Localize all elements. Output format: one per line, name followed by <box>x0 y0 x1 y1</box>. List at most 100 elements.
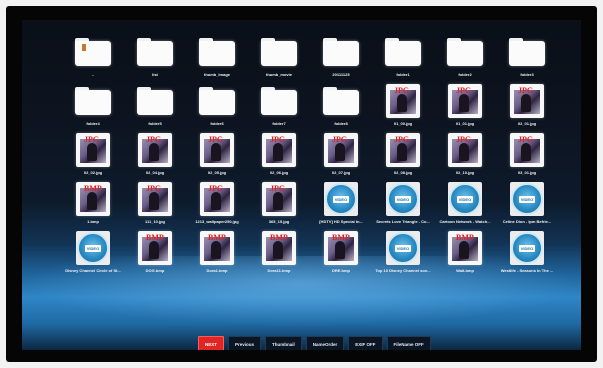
name-order-button[interactable]: NameOrder <box>305 336 345 350</box>
thumbnail: VIDEO <box>509 181 545 217</box>
thumbnail-button[interactable]: Thumbnail <box>265 336 302 350</box>
file-name-label: 02_05.jpg <box>207 170 227 175</box>
folder-item[interactable]: folder3 <box>496 34 558 83</box>
image-file-item[interactable]: JPG 03_01.jpg <box>496 132 558 181</box>
image-file-item[interactable]: BMP 1.bmp <box>62 181 124 230</box>
file-name-label: folder5 <box>148 121 162 126</box>
thumbnail: JPG <box>137 132 173 168</box>
thumbnail: JPG <box>509 83 545 119</box>
image-file-item[interactable]: BMP Dora1.bmp <box>186 230 248 279</box>
filename-toggle-button[interactable]: FileName OFF <box>386 336 431 350</box>
file-type-badge: BMP <box>456 233 474 242</box>
thumbnail <box>385 34 421 70</box>
video-file-item[interactable]: VIDEO [HDTV] HD Special In... <box>310 181 372 230</box>
file-name-label: folder4 <box>86 121 100 126</box>
file-name-label: 01_00.jpg <box>393 121 413 126</box>
file-type-badge: JPG <box>518 135 534 144</box>
image-file-item[interactable]: JPG 365_15.jpg <box>248 181 310 230</box>
bottom-toolbar: NEXT Previous Thumbnail NameOrder EXIF O… <box>198 336 431 350</box>
image-file-item[interactable]: BMP Dora11.bmp <box>248 230 310 279</box>
video-file-item[interactable]: VIDEO Top 10 Disney Channel son... <box>372 230 434 279</box>
folder-item[interactable]: .. <box>62 34 124 83</box>
file-name-label: 03_01.jpg <box>517 170 537 175</box>
image-file-item[interactable]: JPG 02_08.jpg <box>372 132 434 181</box>
image-file-item[interactable]: BMP Walt.bmp <box>434 230 496 279</box>
folder-item[interactable]: thumb_image <box>186 34 248 83</box>
folder-item[interactable]: folder8 <box>310 83 372 132</box>
file-type-badge: JPG <box>332 135 348 144</box>
folder-item[interactable]: folder4 <box>62 83 124 132</box>
folder-up-icon <box>75 38 111 66</box>
video-file-item[interactable]: VIDEO Secrets Love Triangle - Co... <box>372 181 434 230</box>
image-file-item[interactable]: JPG 02_05.jpg <box>186 132 248 181</box>
thumbnail <box>323 34 359 70</box>
folder-item[interactable]: folder2 <box>434 34 496 83</box>
file-name-label: folder8 <box>334 121 348 126</box>
folder-icon <box>323 87 359 115</box>
thumbnail: JPG <box>385 132 421 168</box>
file-type-badge: BMP <box>208 233 226 242</box>
folder-item[interactable]: 20111125 <box>310 34 372 83</box>
image-file-icon: JPG <box>510 133 544 167</box>
thumbnail: VIDEO <box>447 181 483 217</box>
next-button[interactable]: NEXT <box>198 336 225 350</box>
video-file-item[interactable]: VIDEO Cartoon Network - Watch... <box>434 181 496 230</box>
folder-item[interactable]: folder7 <box>248 83 310 132</box>
image-file-icon: BMP <box>138 231 172 265</box>
video-file-item[interactable]: VIDEO Westlife - Seasons In The ... <box>496 230 558 279</box>
thumbnail: BMP <box>75 181 111 217</box>
file-type-badge: JPG <box>518 86 534 95</box>
thumbnail <box>199 34 235 70</box>
image-file-icon: JPG <box>138 133 172 167</box>
video-file-item[interactable]: VIDEO Celine Dion - Ipm Befrie... <box>496 181 558 230</box>
file-type-badge: JPG <box>208 135 224 144</box>
image-file-item[interactable]: JPG 01_00.jpg <box>372 83 434 132</box>
image-file-item[interactable]: JPG 02_06.jpg <box>248 132 310 181</box>
thumbnail <box>137 34 173 70</box>
thumbnail: VIDEO <box>75 230 111 266</box>
file-name-label: 1213_wallpaper250.jpg <box>195 219 239 224</box>
file-name-label: DOG.bmp <box>145 268 165 273</box>
image-file-item[interactable]: JPG 02_04.jpg <box>124 132 186 181</box>
folder-item[interactable]: folder1 <box>372 34 434 83</box>
image-file-item[interactable]: JPG 02_10.jpg <box>434 132 496 181</box>
thumbnail: JPG <box>447 83 483 119</box>
thumbnail <box>75 83 111 119</box>
image-file-item[interactable]: JPG 02_02.jpg <box>62 132 124 181</box>
exif-toggle-button[interactable]: EXIF OFF <box>348 336 383 350</box>
file-name-label: DRE.bmp <box>332 268 350 273</box>
image-file-icon: JPG <box>200 182 234 216</box>
thumbnail: VIDEO <box>385 181 421 217</box>
file-type-badge: BMP <box>270 233 288 242</box>
file-name-label: folder2 <box>458 72 472 77</box>
image-file-item[interactable]: JPG 111_10.jpg <box>124 181 186 230</box>
video-file-item[interactable]: VIDEO Disney Channel Circle of St... <box>62 230 124 279</box>
file-type-badge: JPG <box>208 184 224 193</box>
file-name-label: list <box>152 72 158 77</box>
folder-item[interactable]: folder5 <box>124 83 186 132</box>
folder-icon <box>385 38 421 66</box>
file-name-label: 111_10.jpg <box>144 219 165 224</box>
file-name-label: folder7 <box>272 121 286 126</box>
image-file-item[interactable]: BMP DOG.bmp <box>124 230 186 279</box>
file-name-label: 02_06.jpg <box>269 170 289 175</box>
file-name-label: thumb_image <box>203 72 230 77</box>
file-name-label: 20111125 <box>332 72 350 77</box>
file-name-label: Dora11.bmp <box>267 268 291 273</box>
folder-item[interactable]: list <box>124 34 186 83</box>
thumbnail <box>447 34 483 70</box>
image-file-item[interactable]: JPG 1213_wallpaper250.jpg <box>186 181 248 230</box>
image-file-item[interactable]: JPG 02_07.jpg <box>310 132 372 181</box>
image-file-item[interactable]: BMP DRE.bmp <box>310 230 372 279</box>
folder-icon <box>261 38 297 66</box>
file-name-label: Disney Channel Circle of St... <box>65 268 121 273</box>
file-name-label: 02_02.jpg <box>83 170 103 175</box>
file-type-badge: JPG <box>84 135 100 144</box>
image-file-item[interactable]: JPG 02_01.jpg <box>496 83 558 132</box>
folder-item[interactable]: folder6 <box>186 83 248 132</box>
folder-item[interactable]: thumb_movie <box>248 34 310 83</box>
previous-button[interactable]: Previous <box>228 336 262 350</box>
image-file-icon: JPG <box>448 84 482 118</box>
image-file-icon: JPG <box>510 84 544 118</box>
image-file-item[interactable]: JPG 01_01.jpg <box>434 83 496 132</box>
